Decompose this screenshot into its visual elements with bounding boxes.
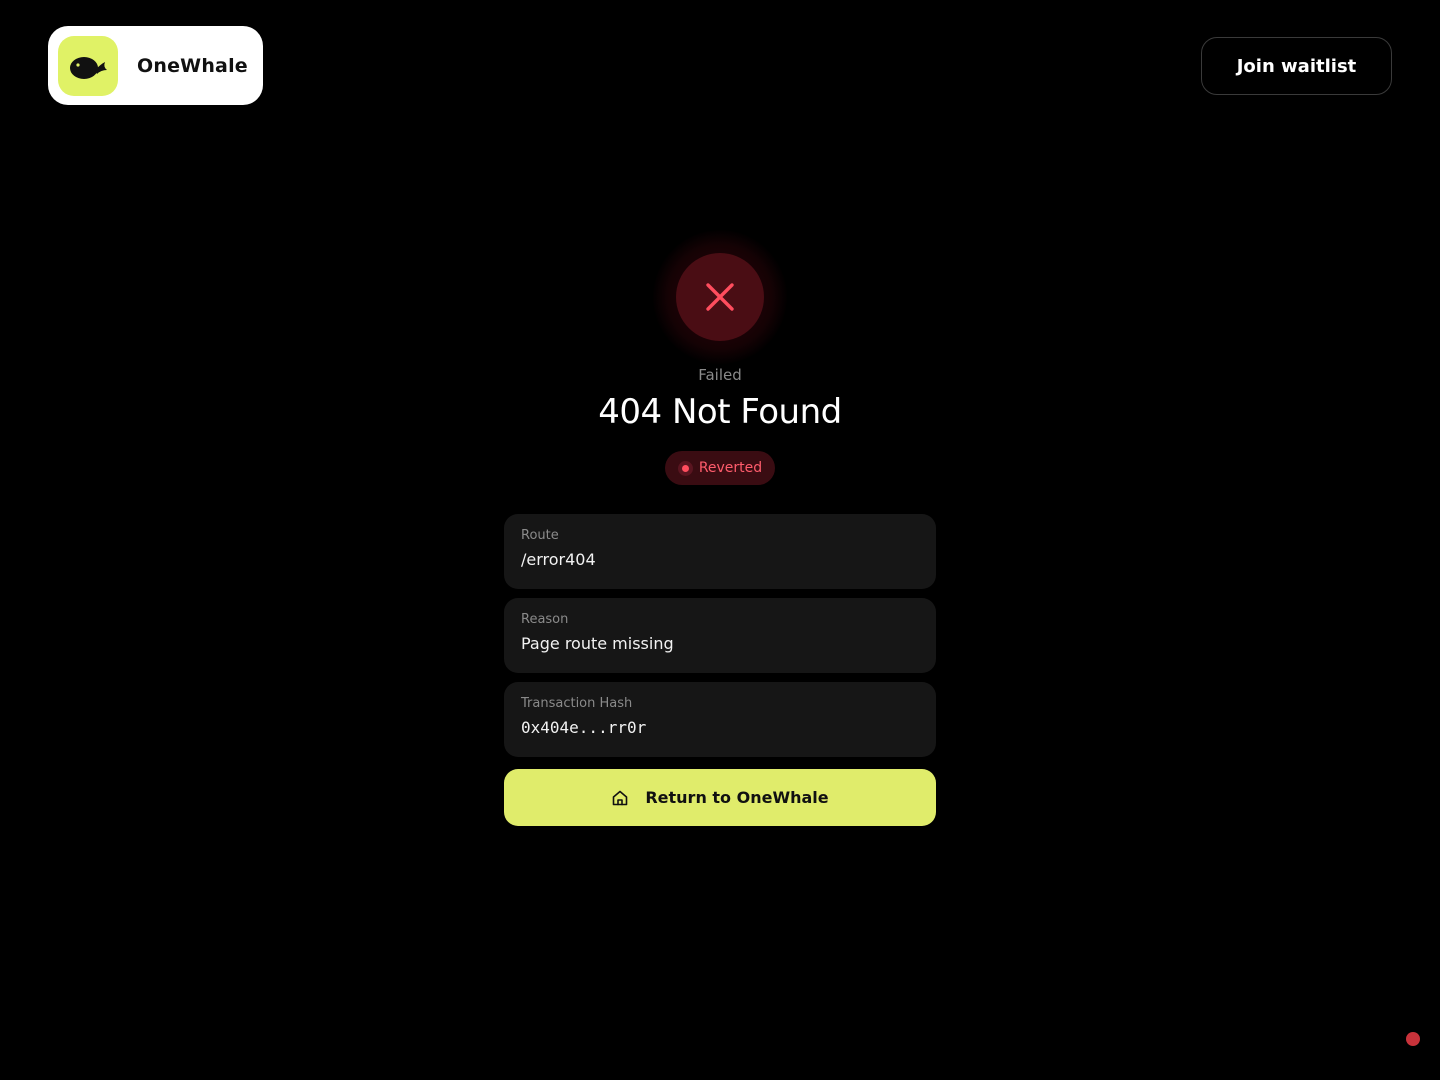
status-badge-label: Reverted <box>698 460 763 476</box>
join-waitlist-button[interactable]: Join waitlist <box>1201 37 1392 95</box>
transaction-hash-label: Transaction Hash <box>521 696 633 711</box>
brand-home-link[interactable]: OneWhale <box>48 26 263 105</box>
close-x-icon <box>706 283 734 311</box>
brand-name: OneWhale <box>137 54 248 77</box>
status-label: Failed <box>698 366 742 384</box>
status-dot-icon <box>677 460 693 476</box>
route-card: Route /error404 <box>504 514 936 589</box>
return-home-label: Return to OneWhale <box>645 788 829 807</box>
page-title: 404 Not Found <box>598 392 842 432</box>
route-value: /error404 <box>521 550 596 569</box>
reason-card: Reason Page route missing <box>504 598 936 673</box>
home-icon <box>611 789 629 807</box>
whale-logo-icon <box>58 35 118 96</box>
transaction-hash-value: 0x404e...rr0r <box>521 718 647 737</box>
reason-value: Page route missing <box>521 634 674 653</box>
route-label: Route <box>521 528 559 543</box>
notification-dot[interactable] <box>1406 1032 1420 1046</box>
reason-label: Reason <box>521 612 569 627</box>
status-badge: Reverted <box>665 451 775 485</box>
return-home-button[interactable]: Return to OneWhale <box>504 769 936 826</box>
page: OneWhale Join waitlist Failed 404 Not Fo… <box>0 0 1440 1080</box>
transaction-hash-card: Transaction Hash 0x404e...rr0r <box>504 682 936 757</box>
error-status-circle <box>676 253 764 341</box>
